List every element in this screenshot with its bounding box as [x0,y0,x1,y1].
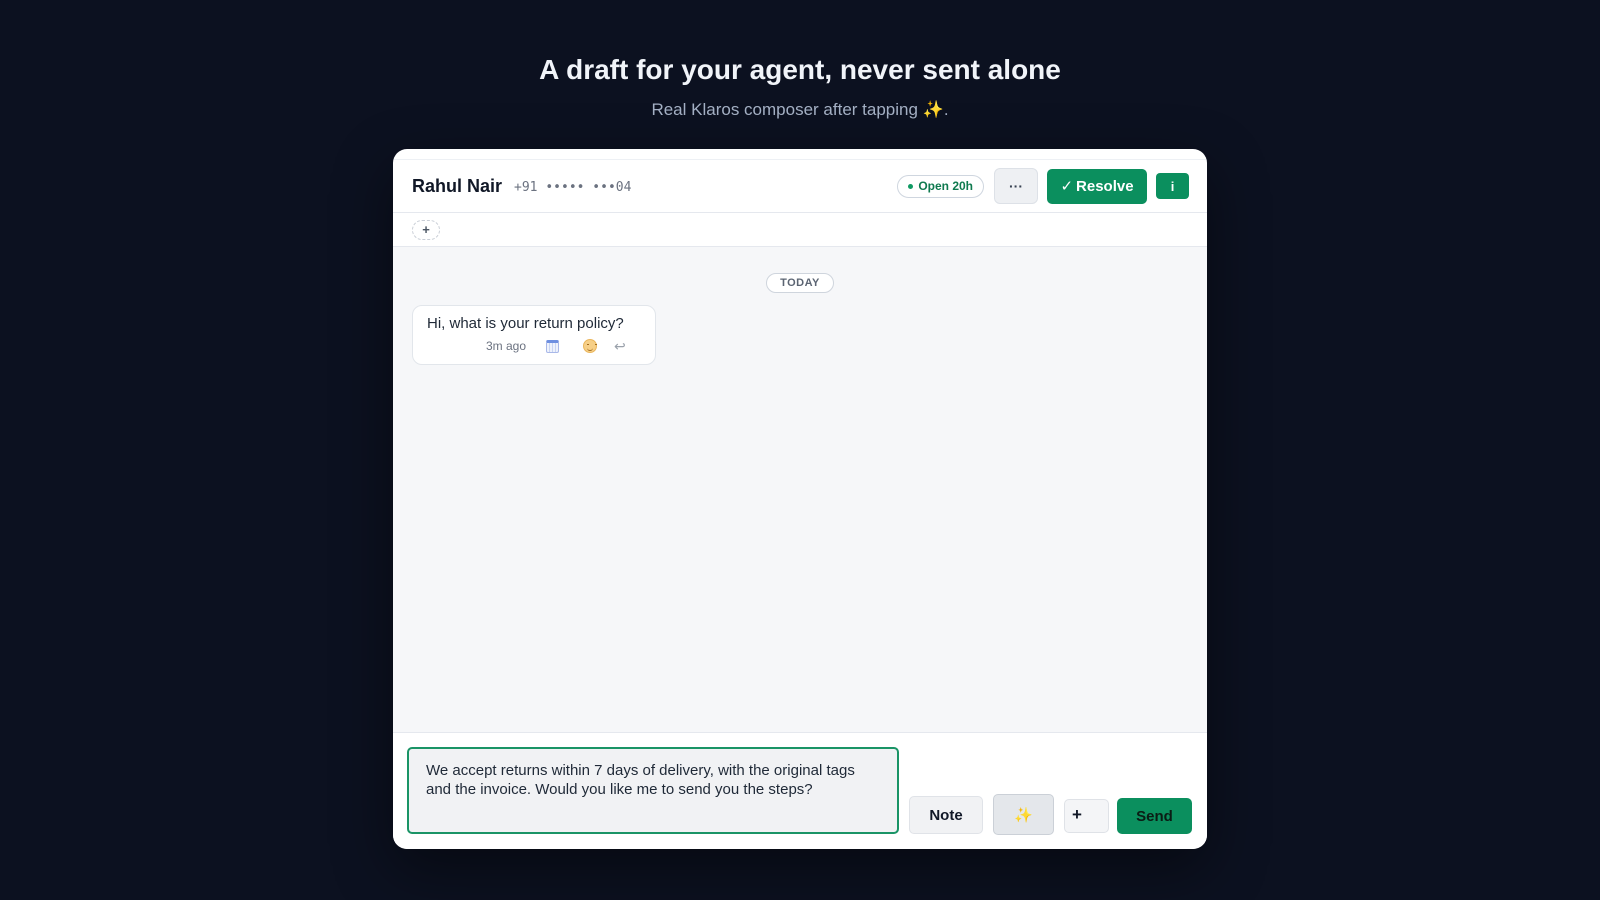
info-button[interactable]: i [1156,173,1189,199]
contact-phone: +91 ••••• •••04 [514,179,632,195]
ai-draft-button[interactable]: ✨ [993,794,1054,835]
message-text: Hi, what is your return policy? [427,315,624,332]
message-list[interactable]: TODAY Hi, what is your return policy? 3m… [393,247,1207,732]
attach-button[interactable]: + [1064,799,1109,833]
reply-icon[interactable]: ↩ [614,339,626,353]
conversation-header: Rahul Nair +91 ••••• •••04 Open 20h ··· … [393,159,1207,213]
composer: We accept returns within 7 days of deliv… [393,732,1207,849]
message-meta: 3m ago ↩ [486,339,626,353]
message-time: 3m ago [486,339,527,353]
note-button[interactable]: Note [909,796,983,834]
more-options-button[interactable]: ··· [994,168,1038,204]
calendar-icon[interactable] [546,339,560,353]
add-tag-button[interactable]: + [412,219,440,240]
sparkle-icon: ✨ [1014,806,1033,824]
status-label: Open 20h [918,179,973,193]
date-divider: TODAY [766,273,834,293]
contact-name: Rahul Nair [412,175,503,196]
status-badge[interactable]: Open 20h [897,174,984,198]
page-subtitle: Real Klaros composer after tapping ✨. [651,100,949,119]
incoming-message: Hi, what is your return policy? 3m ago ↩ [412,305,656,365]
reply-draft-input[interactable]: We accept returns within 7 days of deliv… [407,747,899,834]
page-title: A draft for your agent, never sent alone [539,54,1061,85]
resolve-label: Resolve [1076,177,1134,195]
emoji-icon[interactable] [583,339,598,353]
conversation-window: Rahul Nair +91 ••••• •••04 Open 20h ··· … [393,149,1207,849]
plus-icon: + [1072,805,1082,824]
status-dot-icon [908,183,914,189]
send-button[interactable]: Send [1117,798,1192,834]
tag-bar: + [393,213,1207,247]
check-icon: ✓ [1060,178,1074,195]
resolve-button[interactable]: ✓ Resolve [1047,168,1147,204]
